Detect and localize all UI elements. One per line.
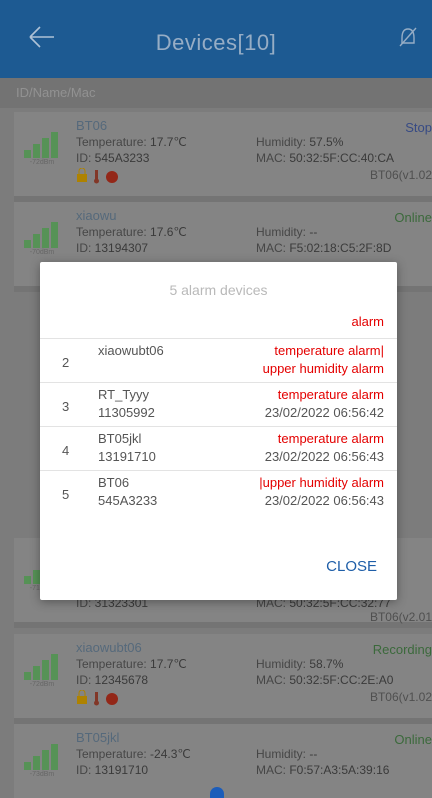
row-number: 5 [62,487,70,502]
alarm-row[interactable]: 5 BT06 545A3233 |upper humidity alarm 23… [40,472,397,514]
alarm-device-id: 13191710 [98,449,156,464]
alarm-type: temperature alarm| [274,343,384,358]
dialog-title: 5 alarm devices [169,282,268,298]
alarm-type: temperature alarm [277,387,384,402]
alarm-row-partial[interactable]: alarm [40,306,397,339]
alarm-type: |upper humidity alarm [259,475,384,490]
alarm-type: temperature alarm [277,431,384,446]
alarm-timestamp: 23/02/2022 06:56:43 [264,493,384,508]
alarm-device-name: RT_Tyyy [98,387,150,402]
row-number: 3 [62,399,70,414]
alarm-device-name: BT06 [98,475,130,490]
alarm-devices-dialog: 5 alarm devices alarm 2 xiaowubt06 tempe… [40,262,397,600]
row-number: 4 [62,443,70,458]
alarm-type: alarm [351,314,384,329]
app-root: Devices[10] ID/Name/Mac -72dBm BT06 Temp… [0,0,432,798]
close-button[interactable]: CLOSE [326,558,377,575]
alarm-device-name: BT05jkl [98,431,142,446]
alarm-device-name: xiaowubt06 [98,343,164,358]
alarm-type-secondary: upper humidity alarm [262,361,384,376]
row-number: 2 [62,355,70,370]
alarm-device-id: 545A3233 [98,493,158,508]
alarm-row[interactable]: 3 RT_Tyyy 11305992 temperature alarm 23/… [40,384,397,427]
alarm-timestamp: 23/02/2022 06:56:42 [264,405,384,420]
alarm-timestamp: 23/02/2022 06:56:43 [264,449,384,464]
alarm-device-id: 11305992 [98,405,155,420]
alarm-row[interactable]: 2 xiaowubt06 temperature alarm| upper hu… [40,340,397,383]
alarm-row[interactable]: 4 BT05jkl 13191710 temperature alarm 23/… [40,428,397,471]
